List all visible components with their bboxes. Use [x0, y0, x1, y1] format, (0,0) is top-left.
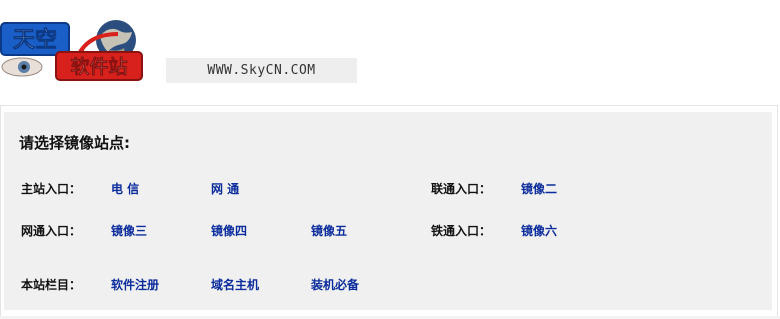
site-sections-label: 本站栏目：: [21, 278, 82, 292]
mirror-link-telecom[interactable]: 电 信: [111, 180, 139, 197]
header: 天空 软件站 WWW.SkyCN.COM: [0, 0, 780, 100]
main-entry-label: 主站入口：: [21, 182, 82, 196]
mirror-panel-frame: 请选择镜像站点: 主站入口： 电 信 网 通 联通入口： 镜像二 网通入口： 镜…: [0, 105, 778, 318]
mirror-link-5[interactable]: 镜像五: [311, 222, 347, 239]
mirror-link-6[interactable]: 镜像六: [521, 222, 557, 239]
link-install-essentials[interactable]: 装机必备: [311, 276, 359, 293]
site-url[interactable]: WWW.SkyCN.COM: [166, 58, 357, 83]
mirror-link-2[interactable]: 镜像二: [521, 180, 557, 197]
svg-text:天空: 天空: [13, 27, 57, 53]
unicom-entry-label: 联通入口：: [431, 182, 492, 196]
skycn-logo[interactable]: 天空 软件站: [0, 20, 150, 84]
netcom-entry-label: 网通入口：: [21, 224, 82, 238]
mirror-link-netcom[interactable]: 网 通: [211, 180, 239, 197]
railcom-entry-label: 铁通入口：: [431, 224, 492, 238]
mirror-link-4[interactable]: 镜像四: [211, 222, 247, 239]
svg-text:软件站: 软件站: [70, 55, 127, 78]
panel-title: 请选择镜像站点:: [19, 134, 130, 152]
mirror-link-3[interactable]: 镜像三: [111, 222, 147, 239]
logo-graphic: 天空 软件站: [0, 20, 143, 81]
link-software-registration[interactable]: 软件注册: [111, 276, 159, 293]
mirror-panel: 请选择镜像站点: 主站入口： 电 信 网 通 联通入口： 镜像二 网通入口： 镜…: [4, 112, 772, 310]
link-domain-hosting[interactable]: 域名主机: [211, 276, 259, 293]
